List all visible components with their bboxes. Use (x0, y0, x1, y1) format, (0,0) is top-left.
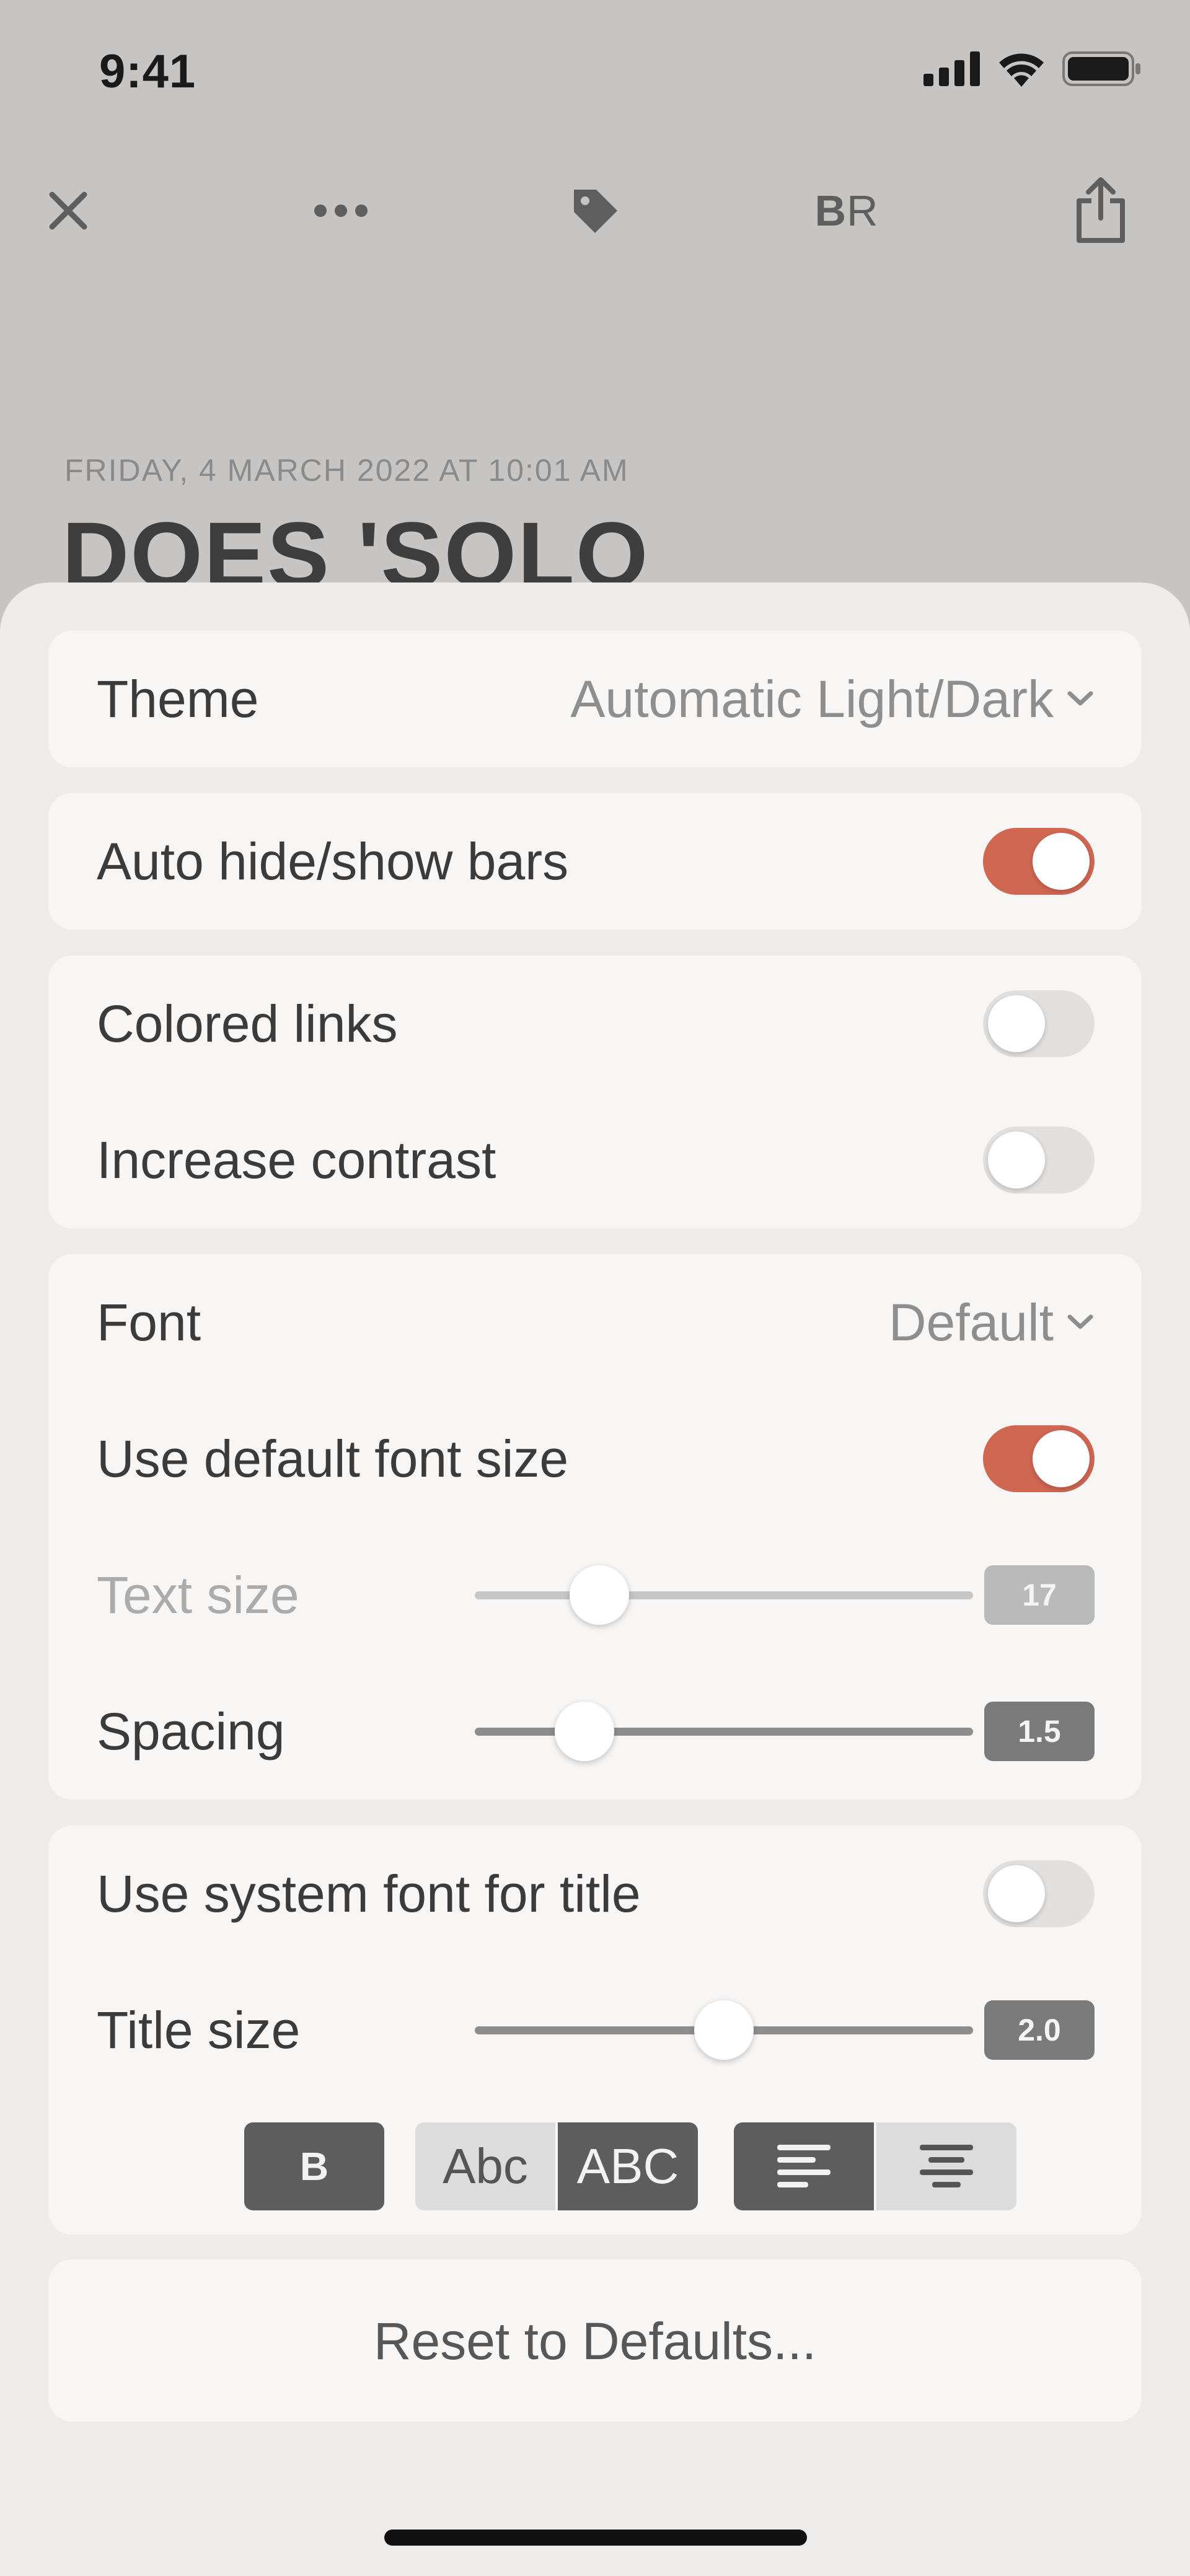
toggle-knob (1033, 833, 1090, 890)
default-font-size-toggle[interactable] (983, 1425, 1095, 1492)
font-card: Font Default Use default font size Text … (48, 1254, 1142, 1800)
align-center-icon (920, 2145, 973, 2187)
settings-sheet: Theme Automatic Light/Dark Auto hide/sho… (0, 582, 1190, 2576)
toggle-knob (988, 1132, 1045, 1189)
reader-bold-letter: B (814, 187, 847, 235)
close-icon[interactable] (31, 174, 105, 248)
reset-card[interactable]: Reset to Defaults... (48, 2259, 1142, 2422)
system-font-title-row: Use system font for title (48, 1826, 1142, 1962)
theme-select[interactable]: Automatic Light/Dark (570, 669, 1095, 729)
increase-contrast-toggle[interactable] (983, 1127, 1095, 1193)
auto-hide-label: Auto hide/show bars (97, 832, 569, 890)
chevron-down-icon (1067, 691, 1093, 706)
status-icons (923, 51, 1142, 87)
status-time: 9:41 (99, 45, 196, 98)
increase-contrast-row: Increase contrast (48, 1092, 1142, 1228)
reader-view-button[interactable]: BR (809, 174, 884, 248)
font-label: Font (97, 1293, 201, 1352)
toggle-knob (988, 995, 1045, 1052)
align-left-button[interactable] (734, 2122, 874, 2210)
text-size-slider[interactable] (475, 1564, 973, 1626)
colored-links-label: Colored links (97, 994, 398, 1053)
chevron-down-icon (1067, 1314, 1093, 1329)
theme-label: Theme (97, 669, 259, 728)
slider-thumb[interactable] (570, 1565, 629, 1625)
more-icon[interactable] (304, 174, 378, 248)
reader-regular-letter: R (847, 187, 879, 235)
increase-contrast-label: Increase contrast (97, 1130, 496, 1189)
title-size-row: Title size 2.0 (48, 1962, 1142, 2098)
spacing-value: 1.5 (984, 1702, 1095, 1761)
upper-case-button[interactable]: ABC (558, 2122, 698, 2210)
reset-defaults-button[interactable]: Reset to Defaults... (48, 2311, 1142, 2372)
theme-row[interactable]: Theme Automatic Light/Dark (48, 631, 1142, 767)
mixed-case-button[interactable]: Abc (415, 2122, 555, 2210)
wifi-icon (999, 53, 1044, 87)
colored-links-row: Colored links (48, 956, 1142, 1092)
title-size-label: Title size (97, 2000, 301, 2059)
font-row[interactable]: Font Default (48, 1254, 1142, 1391)
bold-title-button[interactable]: B (244, 2122, 384, 2210)
text-size-row: Text size 17 (48, 1527, 1142, 1663)
auto-hide-row: Auto hide/show bars (48, 793, 1142, 930)
toggle-knob (1033, 1430, 1090, 1487)
title-size-slider[interactable] (475, 1999, 973, 2061)
signal-icon (923, 51, 980, 86)
text-size-label: Text size (97, 1565, 299, 1624)
home-indicator (384, 2530, 807, 2546)
tag-icon[interactable] (558, 174, 632, 248)
slider-track (475, 1728, 973, 1736)
default-font-size-label: Use default font size (97, 1429, 569, 1488)
links-contrast-card: Colored links Increase contrast (48, 956, 1142, 1228)
align-left-icon (777, 2145, 831, 2187)
auto-hide-card: Auto hide/show bars (48, 793, 1142, 930)
system-font-title-toggle[interactable] (983, 1860, 1095, 1927)
theme-value: Automatic Light/Dark (570, 669, 1054, 728)
text-size-value: 17 (984, 1565, 1095, 1625)
title-size-value: 2.0 (984, 2000, 1095, 2060)
share-icon[interactable] (1064, 174, 1138, 248)
default-font-size-row: Use default font size (48, 1391, 1142, 1527)
auto-hide-toggle[interactable] (983, 828, 1095, 895)
slider-thumb[interactable] (694, 2000, 754, 2060)
title-card: Use system font for title Title size 2.0… (48, 1826, 1142, 2235)
theme-card: Theme Automatic Light/Dark (48, 631, 1142, 767)
toggle-knob (988, 1865, 1045, 1922)
battery-icon (1062, 51, 1140, 86)
slider-track (475, 1591, 973, 1599)
colored-links-toggle[interactable] (983, 990, 1095, 1057)
spacing-row: Spacing 1.5 (48, 1663, 1142, 1800)
font-select[interactable]: Default (889, 1293, 1095, 1353)
font-value: Default (888, 1293, 1054, 1352)
spacing-label: Spacing (97, 1702, 285, 1761)
spacing-slider[interactable] (475, 1700, 973, 1762)
article-date: FRIDAY, 4 MARCH 2022 AT 10:01 AM (64, 453, 629, 488)
align-center-button[interactable] (876, 2122, 1016, 2210)
system-font-title-label: Use system font for title (97, 1864, 641, 1923)
slider-thumb[interactable] (554, 1702, 614, 1761)
